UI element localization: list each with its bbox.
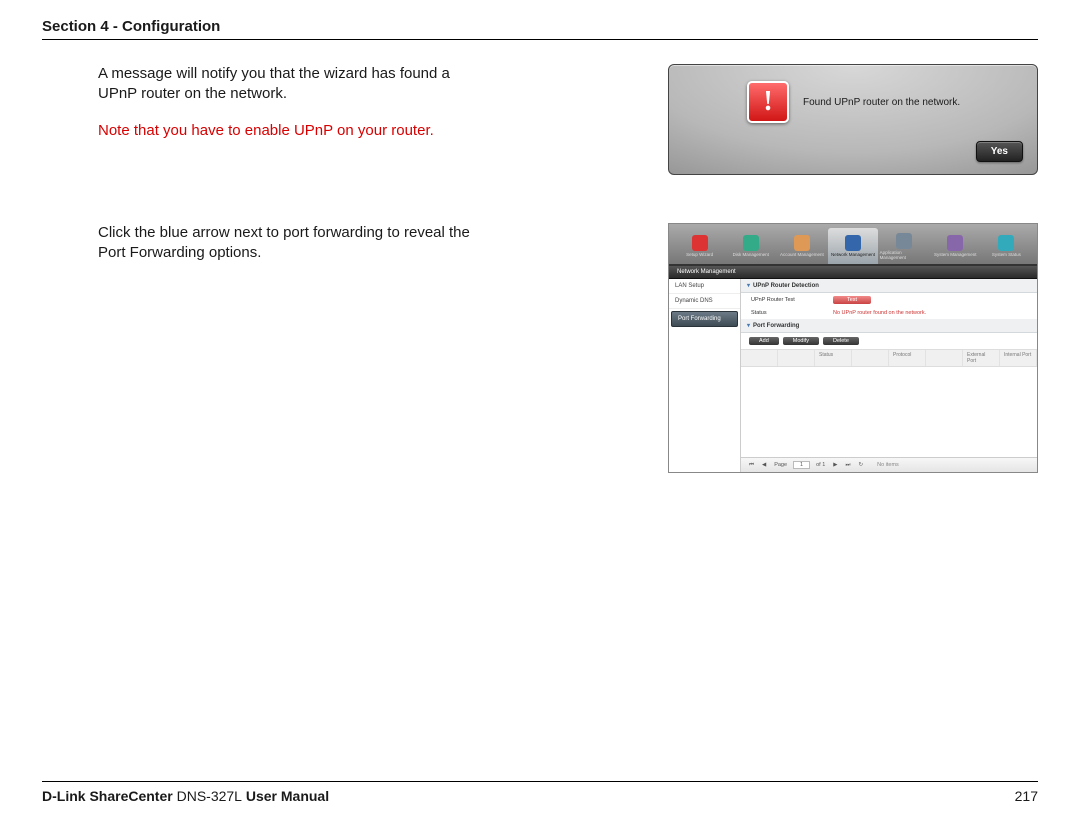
footer-rule xyxy=(42,781,1038,782)
panel-head-upnp[interactable]: ▾UPnP Router Detection xyxy=(741,279,1037,293)
pager-page-input[interactable]: 1 xyxy=(793,461,810,469)
col-protocol: Protocol xyxy=(889,350,926,366)
header-rule xyxy=(42,39,1038,40)
toolbar-label: Setup Wizard xyxy=(686,252,713,257)
col xyxy=(926,350,963,366)
col-status: Status xyxy=(815,350,852,366)
chevron-down-icon: ▾ xyxy=(747,283,750,289)
pager-page-label: Page xyxy=(772,462,789,468)
toolbar-item-system-mgmt[interactable]: System Management xyxy=(931,228,980,264)
toolbar-item-system-status[interactable]: System Status xyxy=(982,228,1031,264)
toolbar-item-setup-wizard[interactable]: Setup Wizard xyxy=(675,228,724,264)
toolbar-item-app-mgmt[interactable]: Application Management xyxy=(880,228,929,264)
grid-header: Status Protocol External Port Internal P… xyxy=(741,349,1037,367)
toolbar-label: Disk Management xyxy=(733,252,769,257)
modify-button[interactable]: Modify xyxy=(783,337,819,345)
toolbar-item-disk-mgmt[interactable]: Disk Management xyxy=(726,228,775,264)
pager-first-icon[interactable]: ⏮ xyxy=(747,462,756,469)
pager-prev-icon[interactable]: ◀ xyxy=(760,462,768,468)
footer-model: DNS-327L xyxy=(177,788,242,804)
app-screenshot: Setup Wizard Disk Management Account Man… xyxy=(668,223,1038,473)
col-internal-port: Internal Port xyxy=(1000,350,1037,366)
sidebar-item-port-forwarding[interactable]: Port Forwarding xyxy=(671,311,738,327)
label-status: Status xyxy=(751,310,813,316)
chevron-down-icon: ▾ xyxy=(747,323,750,329)
text-column-2: Click the blue arrow next to port forwar… xyxy=(42,223,482,280)
image-column-2: Setup Wizard Disk Management Account Man… xyxy=(510,223,1038,473)
toolbar-label: System Status xyxy=(992,252,1021,257)
note-text: Note that you have to enable UPnP on you… xyxy=(98,121,482,141)
page-footer: D-Link ShareCenter DNS-327L User Manual … xyxy=(42,781,1038,804)
paragraph: A message will notify you that the wizar… xyxy=(98,64,482,105)
toolbar-label: Account Management xyxy=(780,252,824,257)
app-toolbar: Setup Wizard Disk Management Account Man… xyxy=(669,224,1037,266)
footer-suffix: User Manual xyxy=(246,788,329,804)
pager-msg: No items xyxy=(875,462,901,468)
pager-last-icon[interactable]: ⏭ xyxy=(844,462,853,469)
text-column-1: A message will notify you that the wizar… xyxy=(42,64,482,157)
grid-body xyxy=(741,367,1037,457)
toolbar-label: Application Management xyxy=(880,250,929,260)
col xyxy=(778,350,815,366)
footer-left: D-Link ShareCenter DNS-327L User Manual xyxy=(42,788,329,804)
upnp-dialog: ! Found UPnP router on the network. Yes xyxy=(668,64,1038,175)
section-header: Section 4 - Configuration xyxy=(42,18,1038,39)
test-button[interactable]: Test xyxy=(833,296,871,304)
footer-brand: D-Link ShareCenter xyxy=(42,788,173,804)
add-button[interactable]: Add xyxy=(749,337,779,345)
refresh-icon[interactable]: ↻ xyxy=(856,462,865,468)
pager: ⏮ ◀ Page 1 of 1 ▶ ⏭ ↻ No items xyxy=(741,457,1037,472)
sidebar-item-lan-setup[interactable]: LAN Setup xyxy=(669,279,740,294)
main-panel: ▾UPnP Router Detection UPnP Router Test … xyxy=(741,279,1037,472)
image-column-1: ! Found UPnP router on the network. Yes xyxy=(510,64,1038,175)
panel-head-portfwd[interactable]: ▾Port Forwarding xyxy=(741,319,1037,333)
status-value: No UPnP router found on the network. xyxy=(833,310,926,316)
delete-button[interactable]: Delete xyxy=(823,337,859,345)
section-bar: Network Management xyxy=(669,266,1037,279)
paragraph: Click the blue arrow next to port forwar… xyxy=(98,223,482,264)
col xyxy=(741,350,778,366)
sidebar: LAN Setup Dynamic DNS Port Forwarding xyxy=(669,279,741,472)
toolbar-label: Network Management xyxy=(831,252,875,257)
yes-button[interactable]: Yes xyxy=(976,141,1023,162)
col xyxy=(852,350,889,366)
col-external-port: External Port xyxy=(963,350,1000,366)
panel-title: Port Forwarding xyxy=(753,323,799,329)
sidebar-item-dynamic-dns[interactable]: Dynamic DNS xyxy=(669,294,740,309)
dialog-message: Found UPnP router on the network. xyxy=(803,97,960,108)
alert-icon: ! xyxy=(747,81,789,123)
pager-next-icon[interactable]: ▶ xyxy=(831,462,839,468)
pager-total: of 1 xyxy=(814,462,827,468)
label-upnp-test: UPnP Router Test xyxy=(751,297,813,303)
toolbar-label: System Management xyxy=(934,252,977,257)
content-row-1: A message will notify you that the wizar… xyxy=(42,64,1038,175)
content-row-2: Click the blue arrow next to port forwar… xyxy=(42,223,1038,473)
panel-title: UPnP Router Detection xyxy=(753,283,819,289)
toolbar-item-account-mgmt[interactable]: Account Management xyxy=(777,228,826,264)
page-number: 217 xyxy=(1015,788,1038,804)
toolbar-item-network-mgmt[interactable]: Network Management xyxy=(828,228,877,264)
